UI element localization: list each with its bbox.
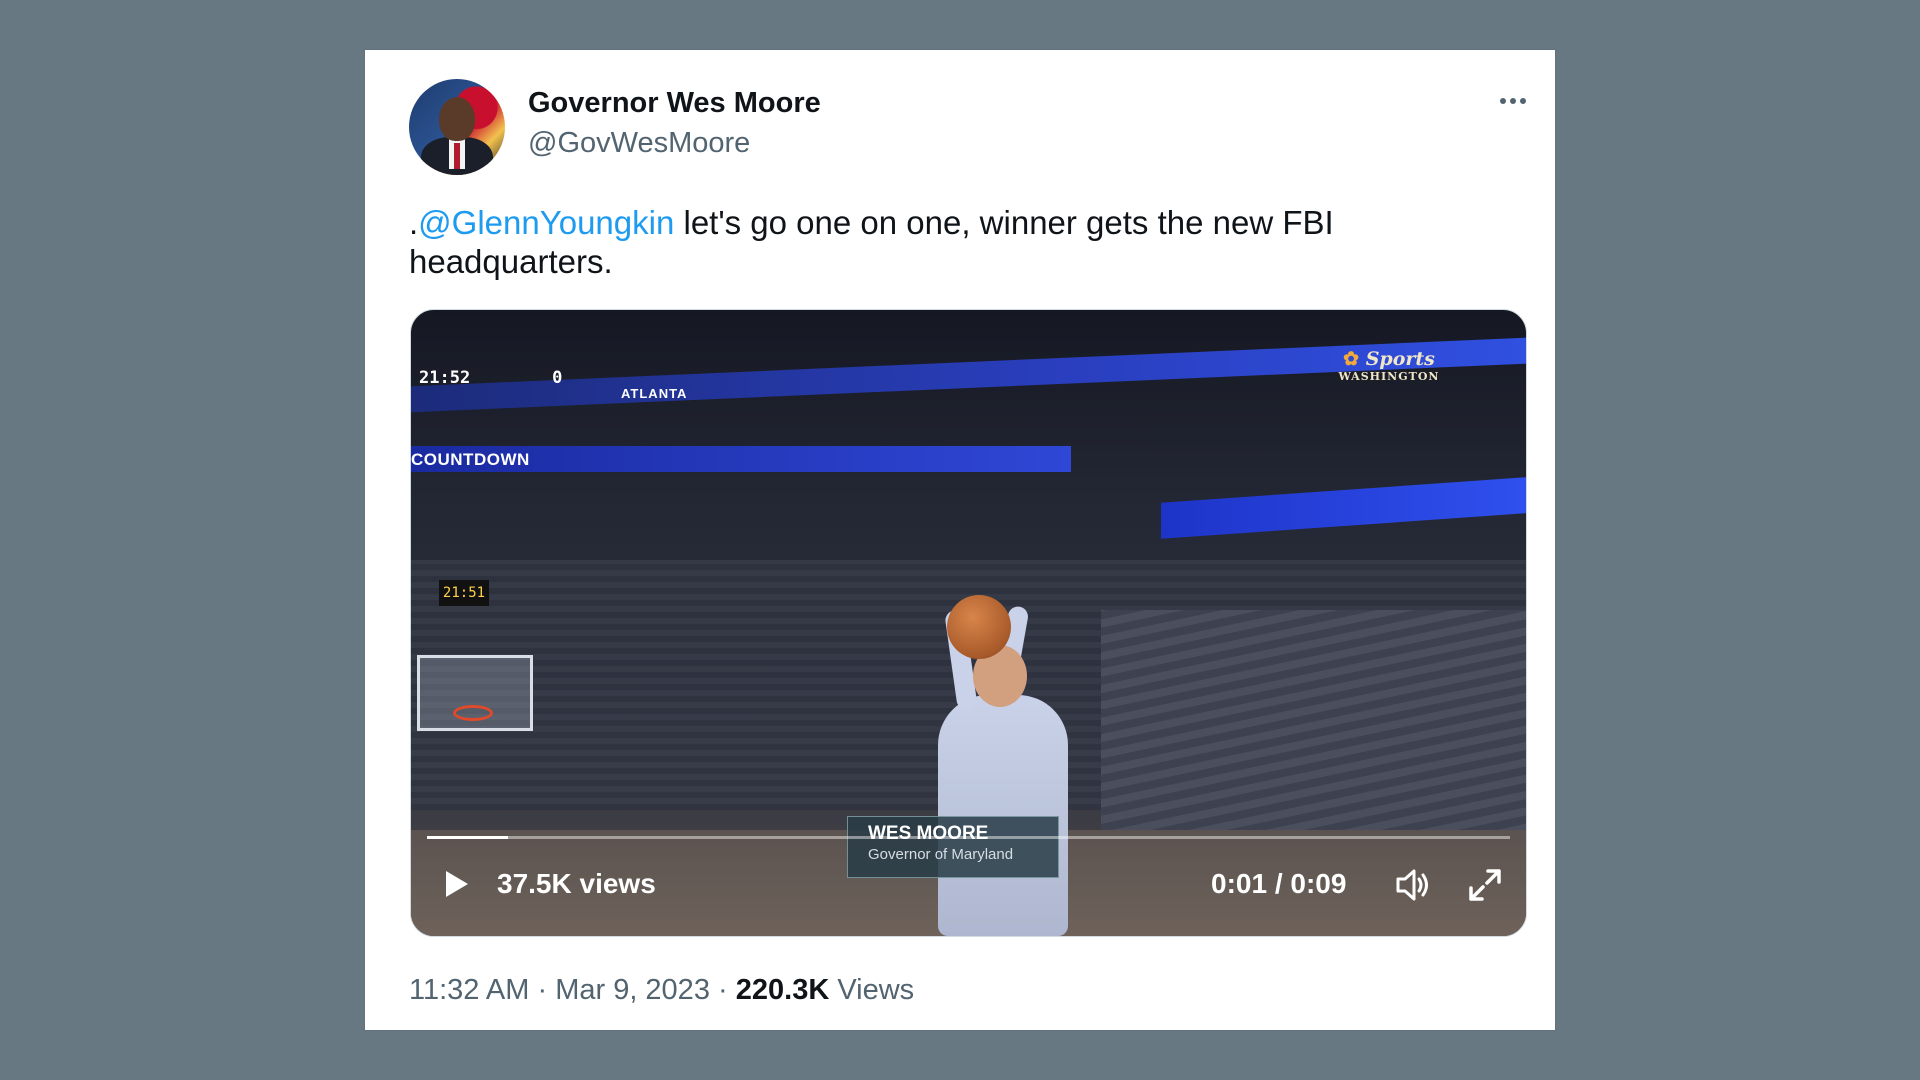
views-count: 220.3K (735, 974, 830, 1006)
avatar-tie (454, 143, 460, 169)
play-icon[interactable] (438, 867, 472, 901)
video-progress-bar[interactable] (427, 836, 1510, 839)
dot (1520, 98, 1526, 104)
text-prefix: . (409, 204, 419, 241)
scoreboard-score: 0 (552, 368, 563, 388)
video-views: 37.5K views (497, 868, 656, 899)
more-options-icon[interactable] (1493, 86, 1533, 116)
video-time: 0:01 / 0:09 (1211, 868, 1347, 899)
tweet-card: Governor Wes Moore @GovWesMoore .@GlennY… (365, 50, 1555, 1030)
author-avatar[interactable] (409, 79, 505, 175)
tweet-text: .@GlennYoungkin let's go one on one, win… (409, 203, 1509, 281)
lower-third-title: Governor of Maryland (868, 846, 1014, 863)
views-word: Views (837, 974, 915, 1006)
scoreboard-time: 21:52 (419, 368, 471, 388)
lower-third-name: WES MOORE (868, 823, 989, 844)
author-handle[interactable]: @GovWesMoore (528, 127, 750, 160)
countdown-text: COUNTDOWN (411, 450, 530, 469)
tweet-date[interactable]: Mar 9, 2023 (555, 974, 710, 1006)
network-logo-main: Sports (1365, 348, 1435, 370)
arena-scoreboard: 21:52 0 (419, 368, 562, 388)
basketball-rim (453, 705, 493, 721)
fullscreen-icon-svg (1469, 869, 1501, 901)
play-icon-svg (446, 871, 468, 897)
separator: · (718, 974, 728, 1006)
dot (1510, 98, 1516, 104)
avatar-head (439, 97, 475, 141)
tweet-time[interactable]: 11:32 AM (409, 974, 529, 1006)
basketball (947, 595, 1011, 659)
lower-third-graphic: WES MOORE Governor of Maryland (847, 816, 1059, 878)
author-name[interactable]: Governor Wes Moore (528, 87, 821, 120)
network-logo-sub: WASHINGTON (1338, 370, 1440, 383)
mention-link[interactable]: @GlennYoungkin (418, 204, 674, 241)
ribbon-board-right (1161, 477, 1526, 539)
dot (1500, 98, 1506, 104)
scoreboard-team: ATLANTA (621, 386, 688, 401)
shot-clock: 21:51 (439, 580, 489, 606)
network-logo: ✿ Sports WASHINGTON (1329, 350, 1449, 386)
tweet-footer: 11:32 AM · Mar 9, 2023 · 220.3K Views (409, 974, 914, 1007)
separator: · (537, 974, 548, 1006)
peacock-icon: ✿ (1343, 348, 1360, 370)
video-player[interactable]: 21:52 0 ATLANTA COUNTDOWN 21:51 ✿ Sports… (410, 309, 1527, 937)
volume-icon[interactable] (1393, 866, 1433, 904)
video-progress-fill (427, 836, 509, 839)
arena-stands-right (1101, 610, 1526, 840)
fullscreen-icon[interactable] (1466, 866, 1504, 904)
volume-icon-svg (1396, 869, 1428, 901)
